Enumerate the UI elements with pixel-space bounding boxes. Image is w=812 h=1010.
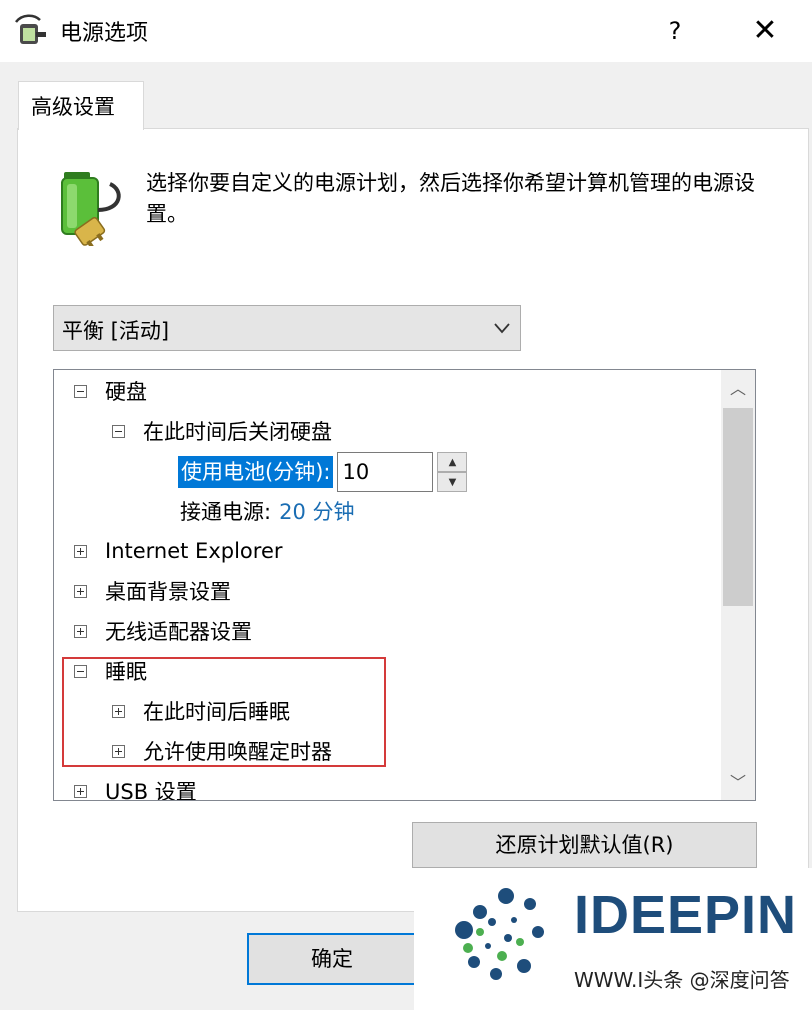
minutes-spinner[interactable]: ▲ ▼ (437, 452, 468, 492)
expand-icon[interactable] (74, 544, 87, 558)
spin-up-icon[interactable]: ▲ (437, 452, 468, 472)
plugged-in-value[interactable]: 20 分钟 (279, 496, 354, 526)
tree-node-turn-off-disk[interactable]: 在此时间后关闭硬盘 (112, 412, 332, 450)
ok-button[interactable]: 确定 (247, 933, 417, 985)
help-button[interactable]: ? (652, 8, 698, 54)
expand-icon[interactable] (74, 584, 87, 598)
ideepin-logo-icon (455, 888, 544, 980)
tree-node-label: 在此时间后关闭硬盘 (143, 420, 332, 444)
tree-node-label: 硬盘 (105, 380, 147, 404)
scrollbar-thumb[interactable] (723, 408, 753, 606)
tree-node-on-battery[interactable]: 使用电池(分钟): 10 ▲ ▼ (178, 451, 468, 493)
power-options-icon (15, 14, 46, 44)
tree-node-plugged-in[interactable]: 接通电源: 20 分钟 (180, 492, 354, 530)
tab-label: 高级设置 (31, 95, 115, 119)
tree-node-hard-disk[interactable]: 硬盘 (74, 372, 147, 410)
highlight-box (62, 657, 386, 767)
collapse-icon[interactable] (74, 384, 87, 398)
watermark: IDEEPIN WWW.I头条 @深度问答 (414, 868, 812, 1010)
tree-node-label: USB 设置 (105, 780, 197, 801)
tree-node-label: 桌面背景设置 (105, 580, 231, 604)
tree-scrollbar[interactable]: ︿ ﹀ (721, 370, 755, 800)
watermark-brand: IDEEPIN (574, 885, 798, 945)
restore-defaults-button[interactable]: 还原计划默认值(R) (412, 822, 757, 868)
battery-plug-icon (61, 172, 121, 246)
on-battery-label: 使用电池(分钟): (178, 456, 334, 488)
tree-node-label: Internet Explorer (105, 539, 283, 563)
watermark-sub: WWW.I头条 @深度问答 (574, 968, 790, 992)
expand-icon[interactable] (74, 624, 87, 638)
chevron-down-icon (494, 323, 510, 334)
expand-icon[interactable] (74, 784, 87, 798)
power-plan-value: 平衡 [活动] (62, 319, 170, 343)
scroll-down-icon[interactable]: ﹀ (721, 768, 755, 798)
battery-minutes-input[interactable]: 10 (337, 452, 434, 492)
tab-advanced-settings[interactable]: 高级设置 (18, 81, 144, 130)
tree-node-desktop-background[interactable]: 桌面背景设置 (74, 572, 231, 610)
tree-node-usb[interactable]: USB 设置 (74, 772, 197, 801)
collapse-icon[interactable] (112, 424, 125, 438)
power-plan-select[interactable]: 平衡 [活动] (53, 305, 521, 351)
tree-node-internet-explorer[interactable]: Internet Explorer (74, 532, 283, 570)
tree-node-wireless-adapter[interactable]: 无线适配器设置 (74, 612, 252, 650)
description-text: 选择你要自定义的电源计划，然后选择你希望计算机管理的电源设置。 (146, 171, 755, 226)
close-button[interactable]: ✕ (740, 8, 790, 54)
spin-down-icon[interactable]: ▼ (437, 472, 468, 492)
window-title: 电源选项 (60, 21, 149, 46)
scroll-up-icon[interactable]: ︿ (721, 374, 755, 404)
title-bar: 电源选项 ? ✕ (0, 0, 812, 62)
plugged-in-label: 接通电源: (180, 500, 272, 524)
tree-node-label: 无线适配器设置 (105, 620, 252, 644)
